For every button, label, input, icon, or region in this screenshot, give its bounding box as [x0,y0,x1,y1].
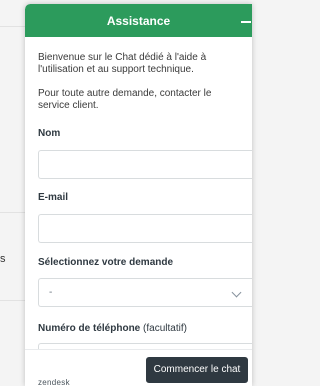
background-text: s [0,253,6,265]
background-divider [0,300,26,301]
phone-optional-text: (facultatif) [143,323,187,334]
request-label: Sélectionnez votre demande [38,257,174,268]
footer-divider [25,349,252,350]
request-select[interactable]: - [38,278,252,307]
zendesk-brand-link[interactable]: zendesk [38,378,70,386]
phone-label-text: Numéro de téléphone [38,323,141,334]
intro-text-contact: Pour toute autre demande, contacter le s… [38,88,212,111]
minimize-button[interactable] [238,10,252,30]
background-divider [0,212,26,213]
intro-text-welcome: Bienvenue sur le Chat dédié à l'aide à l… [38,52,207,75]
name-field[interactable] [38,150,252,179]
name-label: Nom [38,128,61,139]
phone-label: Numéro de téléphone (facultatif) [38,323,187,334]
request-select-value: - [49,287,53,298]
chevron-down-icon [231,287,242,298]
chat-widget: Assistance Bienvenue sur le Chat dédié à… [25,4,252,386]
widget-header: Assistance [25,4,252,37]
background-divider [0,26,26,27]
widget-footer: zendesk Commencer le chat [25,349,252,386]
start-chat-button[interactable]: Commencer le chat [146,357,248,383]
email-field[interactable] [38,214,252,243]
minimize-icon [241,21,251,23]
email-label: E-mail [38,192,69,203]
widget-title: Assistance [106,14,171,28]
